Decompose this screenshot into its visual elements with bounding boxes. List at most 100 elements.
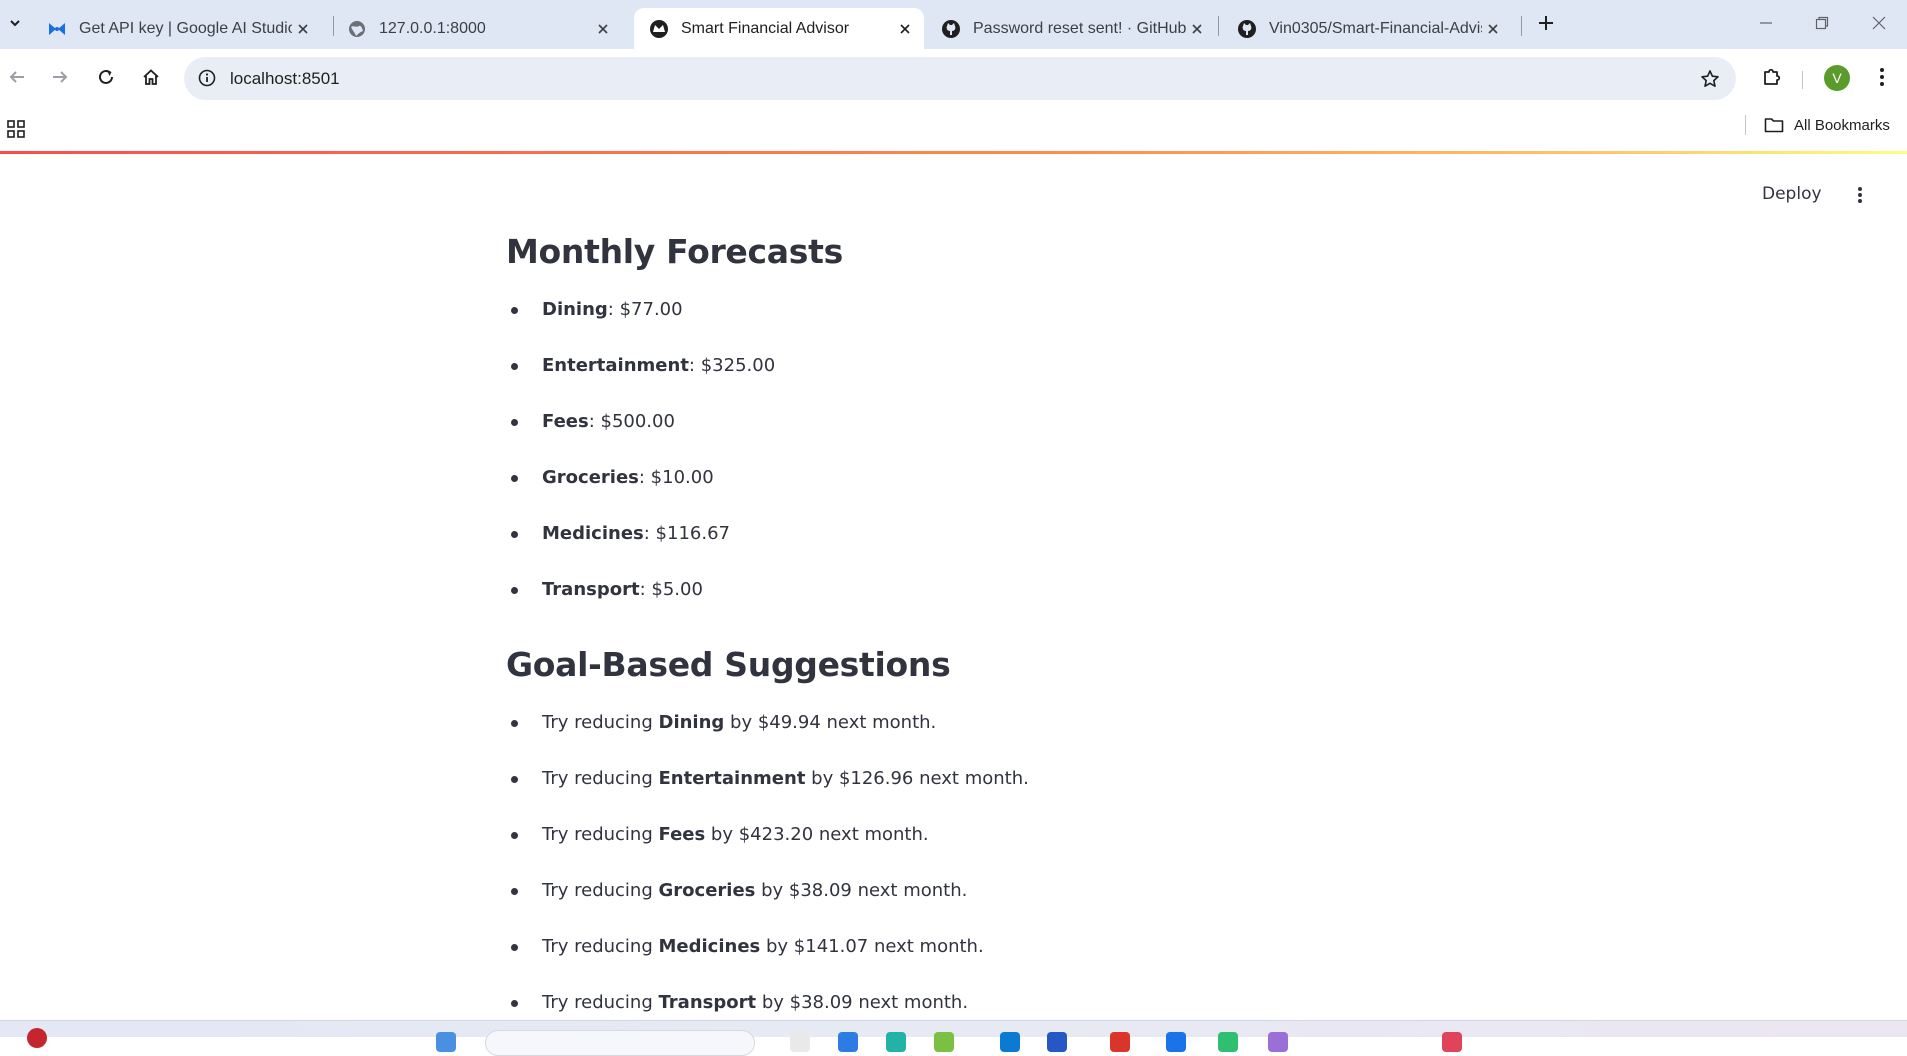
browser-menu-button[interactable] — [1868, 64, 1896, 94]
forecast-value: : $500.00 — [588, 411, 675, 432]
url-text[interactable]: localhost:8501 — [230, 69, 340, 89]
suggestion-prefix: Try reducing — [542, 768, 659, 789]
taskbar-app-icon[interactable] — [1218, 1032, 1238, 1052]
taskbar-app-icon[interactable] — [1000, 1032, 1020, 1052]
forward-button[interactable] — [44, 63, 76, 95]
suggestion-suffix: by $38.09 next month. — [756, 992, 969, 1013]
forecast-item: Entertainment: $325.00 — [506, 355, 775, 411]
google-ai-studio-icon — [47, 19, 67, 39]
suggestions-heading: Goal-Based Suggestions — [506, 645, 951, 684]
folder-icon — [1764, 117, 1784, 133]
suggestion-category: Fees — [658, 824, 706, 845]
suggestion-item: Try reducing Entertainment by $126.96 ne… — [506, 768, 1029, 824]
new-tab-button[interactable] — [1533, 12, 1559, 38]
streamlit-page: Deploy Monthly Forecasts Dining: $77.00 … — [0, 154, 1907, 1020]
tab-title: Vin0305/Smart-Financial-Advisor — [1269, 19, 1482, 37]
taskbar-app-icon[interactable] — [1110, 1032, 1130, 1052]
info-icon[interactable] — [196, 67, 218, 89]
close-icon[interactable] — [592, 18, 614, 40]
forecast-category: Medicines — [542, 523, 644, 544]
forecast-category: Fees — [542, 411, 589, 432]
suggestion-item: Try reducing Medicines by $141.07 next m… — [506, 936, 1029, 992]
forecast-category: Groceries — [542, 467, 639, 488]
forecast-value: : $10.00 — [638, 467, 714, 488]
window-close-button[interactable] — [1859, 10, 1899, 40]
forecast-item: Groceries: $10.00 — [506, 467, 775, 523]
close-icon[interactable] — [292, 18, 314, 40]
close-icon[interactable] — [894, 18, 916, 40]
close-icon[interactable] — [1186, 18, 1208, 40]
taskbar-app-icon[interactable] — [838, 1032, 858, 1052]
forecast-item: Fees: $500.00 — [506, 411, 775, 467]
minimize-button[interactable] — [1746, 10, 1786, 40]
taskbar-app-icon[interactable] — [1166, 1032, 1186, 1052]
github-icon — [1237, 19, 1257, 39]
close-icon[interactable] — [1482, 18, 1504, 40]
suggestion-category: Dining — [658, 712, 725, 733]
reload-button[interactable] — [90, 63, 122, 95]
os-taskbar — [0, 1020, 1907, 1056]
suggestion-suffix: by $141.07 next month. — [760, 936, 984, 957]
all-bookmarks-label: All Bookmarks — [1794, 116, 1890, 134]
tab-search-button[interactable] — [0, 10, 30, 40]
weather-icon[interactable] — [27, 1028, 47, 1048]
suggestion-list: Try reducing Dining by $49.94 next month… — [506, 712, 1029, 1020]
tab-github-repo[interactable]: Vin0305/Smart-Financial-Advisor — [1222, 8, 1512, 49]
taskbar-app-icon[interactable] — [1268, 1032, 1288, 1052]
home-button[interactable] — [135, 63, 167, 95]
taskbar-app-icon[interactable] — [886, 1032, 906, 1052]
tab-title: 127.0.0.1:8000 — [379, 19, 486, 37]
tab-google-ai-studio[interactable]: Get API key | Google AI Studio — [32, 8, 322, 49]
suggestion-suffix: by $126.96 next month. — [805, 768, 1029, 789]
suggestion-category: Entertainment — [658, 768, 806, 789]
plus-icon — [1538, 15, 1554, 36]
suggestion-category: Groceries — [658, 880, 756, 901]
suggestion-prefix: Try reducing — [542, 712, 659, 733]
tab-title: Smart Financial Advisor — [681, 19, 850, 37]
suggestion-suffix: by $49.94 next month. — [724, 712, 937, 733]
tab-localhost-8000[interactable]: 127.0.0.1:8000 — [332, 8, 622, 49]
suggestion-item: Try reducing Groceries by $38.09 next mo… — [506, 880, 1029, 936]
tab-title: Get API key | Google AI Studio — [79, 19, 292, 37]
tab-smart-financial-advisor[interactable]: Smart Financial Advisor — [634, 8, 924, 49]
forecast-category: Transport — [542, 579, 640, 600]
star-icon[interactable] — [1698, 67, 1722, 91]
suggestion-category: Medicines — [658, 936, 761, 957]
back-button[interactable] — [1, 63, 33, 95]
more-vertical-icon — [1879, 67, 1885, 92]
forecast-item: Transport: $5.00 — [506, 579, 775, 635]
tab-strip: Get API key | Google AI Studio 127.0.0.1… — [0, 0, 1907, 49]
taskbar-app-icon[interactable] — [934, 1032, 954, 1052]
taskbar-app-icon[interactable] — [790, 1032, 810, 1052]
app-menu-button[interactable] — [1851, 186, 1869, 208]
taskbar-app-icon[interactable] — [1047, 1032, 1067, 1052]
suggestion-suffix: by $38.09 next month. — [755, 880, 968, 901]
forecast-category: Dining — [542, 299, 608, 320]
profile-avatar[interactable]: V — [1824, 65, 1850, 91]
close-icon — [1872, 16, 1886, 35]
address-bar[interactable]: localhost:8501 — [184, 57, 1736, 100]
tab-separator — [1521, 16, 1522, 36]
browser-toolbar: localhost:8501 V — [0, 49, 1907, 109]
all-bookmarks-button[interactable]: All Bookmarks — [1764, 113, 1890, 137]
forecast-value: : $116.67 — [643, 523, 730, 544]
taskbar-app-icon[interactable] — [1442, 1032, 1462, 1052]
apps-grid-icon[interactable] — [4, 117, 28, 141]
forecast-value: : $325.00 — [688, 355, 776, 376]
extensions-button[interactable] — [1757, 63, 1787, 93]
bookmarks-divider — [1745, 115, 1746, 135]
tab-title: Password reset sent! · GitHub — [973, 19, 1186, 37]
puzzle-icon — [1761, 65, 1783, 92]
suggestion-item: Try reducing Transport by $38.09 next mo… — [506, 992, 1029, 1020]
suggestion-item: Try reducing Fees by $423.20 next month. — [506, 824, 1029, 880]
taskbar-search-box[interactable] — [485, 1030, 755, 1056]
start-menu-icon[interactable] — [436, 1032, 456, 1052]
forecast-category: Entertainment — [542, 355, 689, 376]
restore-button[interactable] — [1802, 10, 1842, 40]
suggestion-suffix: by $423.20 next month. — [705, 824, 929, 845]
tab-github-password-reset[interactable]: Password reset sent! · GitHub — [926, 8, 1216, 49]
toolbar-divider — [1802, 71, 1803, 89]
suggestion-prefix: Try reducing — [542, 992, 659, 1013]
suggestion-prefix: Try reducing — [542, 824, 659, 845]
deploy-button[interactable]: Deploy — [1762, 184, 1822, 204]
